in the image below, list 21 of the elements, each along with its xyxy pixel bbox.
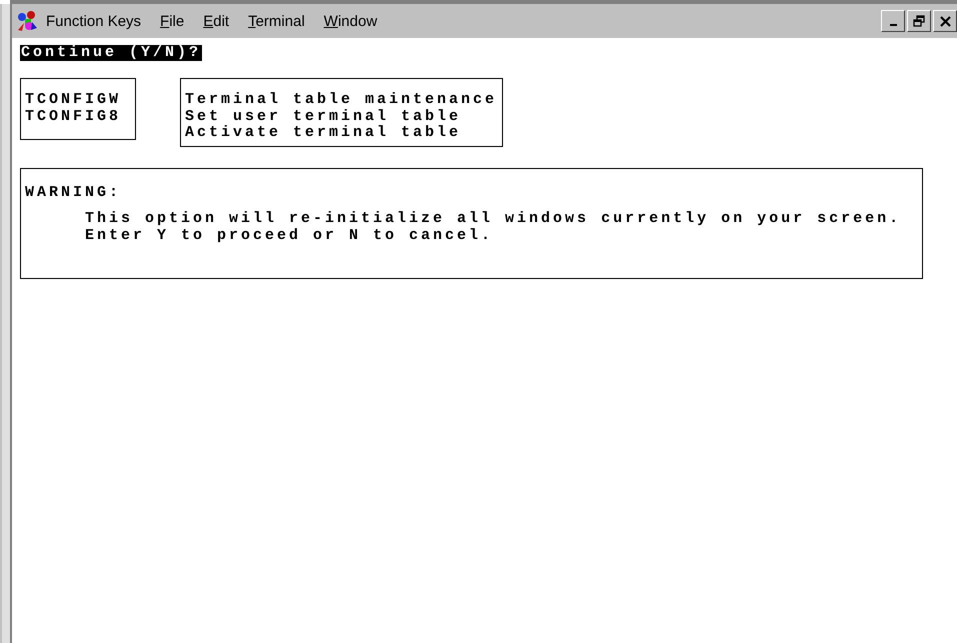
restore-icon bbox=[913, 15, 925, 27]
restore-button[interactable] bbox=[907, 10, 931, 32]
program-description: Terminal table maintenance bbox=[185, 92, 498, 108]
program-code: TCONFIG8 bbox=[25, 108, 122, 125]
menu-item[interactable]: Function Keys bbox=[46, 12, 142, 30]
program-code: TCONFIGW bbox=[25, 92, 122, 108]
warning-message: Enter Y to proceed or N to cancel. bbox=[85, 228, 494, 244]
close-icon bbox=[940, 16, 950, 26]
menu-item[interactable]: Window bbox=[324, 12, 378, 30]
menu-item[interactable]: Terminal bbox=[248, 12, 305, 30]
menu-item[interactable]: File bbox=[160, 12, 184, 30]
app-logo-icon bbox=[16, 10, 38, 32]
program-description: Activate terminal table bbox=[185, 125, 462, 142]
menu-item[interactable]: Edit bbox=[203, 12, 230, 30]
minimize-icon bbox=[890, 24, 896, 26]
warning-message: This option will re-initialize all windows currently on your screen. bbox=[85, 211, 902, 228]
program-description: Set user terminal table bbox=[185, 108, 462, 125]
close-button[interactable] bbox=[933, 10, 957, 32]
warning-title: WARNING: bbox=[25, 184, 122, 201]
prompt-text: Continue (Y/N)? bbox=[20, 45, 202, 61]
minimize-button[interactable] bbox=[881, 10, 905, 32]
